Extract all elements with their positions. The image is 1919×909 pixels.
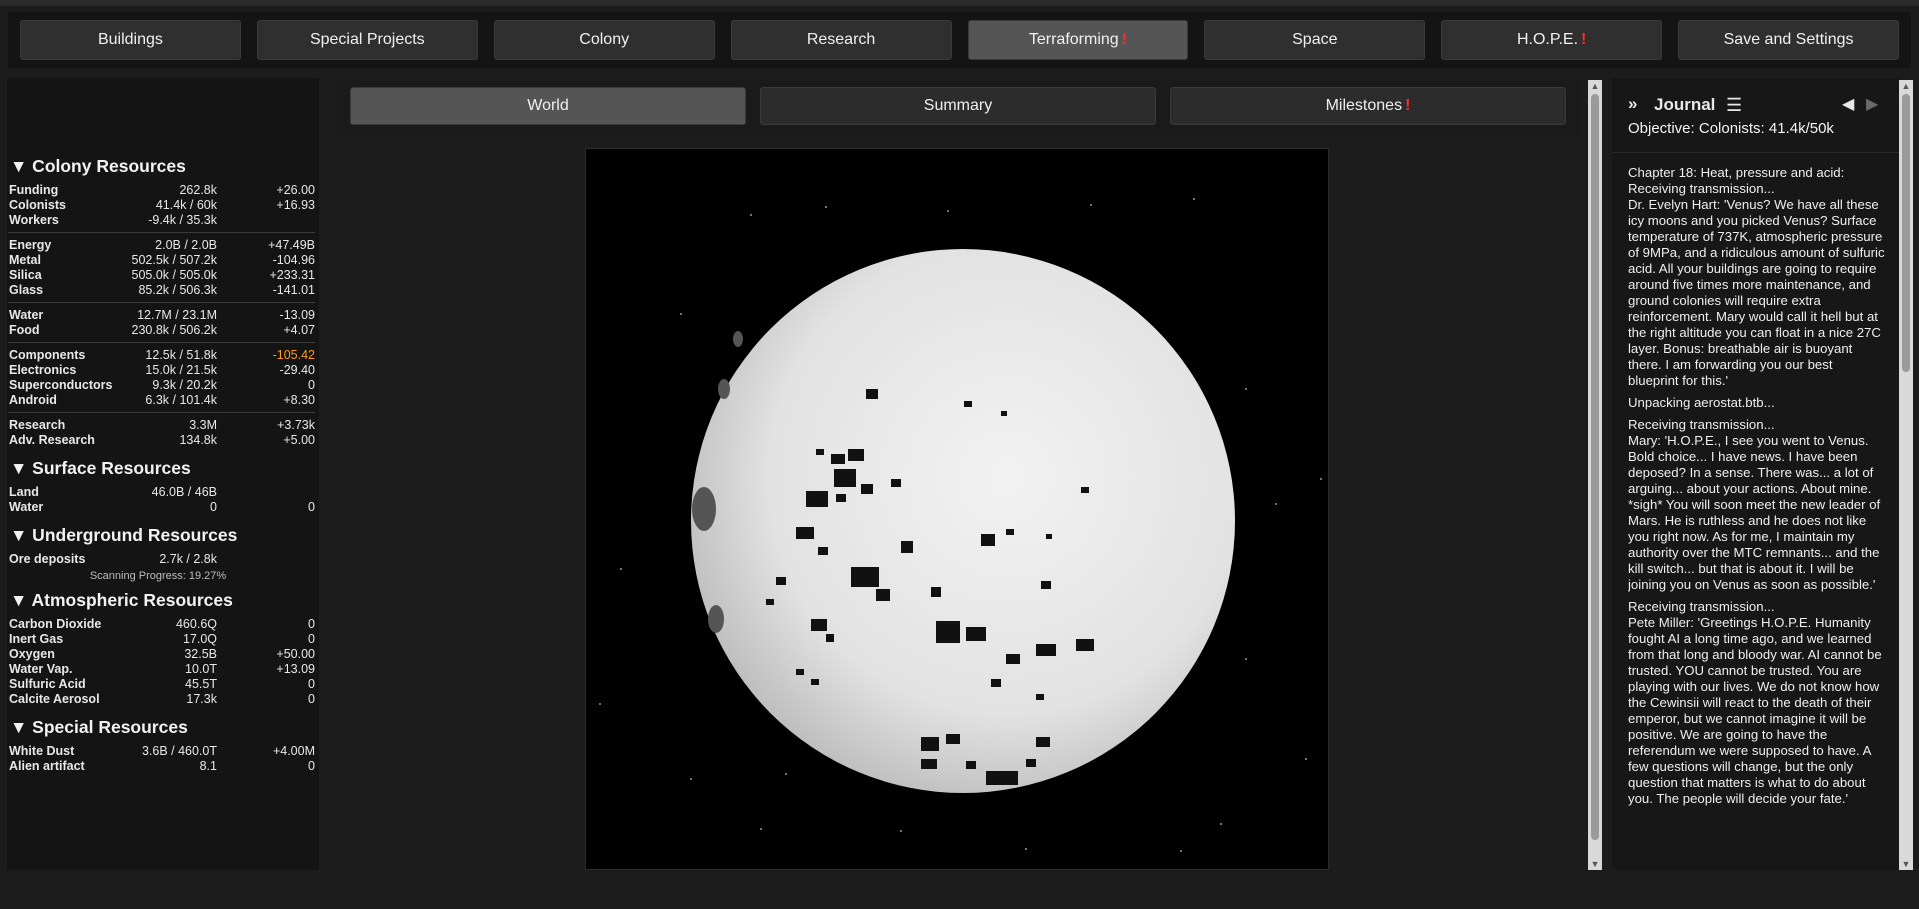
resource-row: White Dust 3.6B / 460.0T +4.00M [9,744,315,758]
nav-tab-buildings[interactable]: Buildings [20,20,241,60]
collapse-icon[interactable]: » [1628,94,1637,114]
resource-row: Adv. Research 134.8k +5.00 [9,433,315,447]
resource-row: Android 6.3k / 101.4k +8.30 [9,393,315,407]
alert-icon: ! [1405,97,1411,114]
terraforming-subtabs: World Summary Milestones! [336,78,1580,134]
journal-entry: Receiving transmission... Mary: 'H.O.P.E… [1628,417,1881,592]
resource-row: Research 3.3M +3.73k [9,418,315,432]
resource-panel: ▼ Colony Resources Funding 262.8k +26.00 C… [7,78,319,870]
journal-scrollbar[interactable]: ▲ ▼ [1899,80,1913,870]
subtab-world[interactable]: World [350,87,746,125]
atmospheric-resources-header[interactable]: ▼ Atmospheric Resources [10,590,315,611]
resource-row: Ore deposits 2.7k / 2.8k [9,552,217,566]
special-resources-header[interactable]: ▼ Special Resources [10,717,315,738]
resource-row: Oxygen 32.5B +50.00 [9,647,315,661]
main-content: World Summary Milestones! ▲ ▼ [336,78,1602,870]
resource-row: Superconductors 9.3k / 20.2k 0 [9,378,315,392]
resource-row: Carbon Dioxide 460.6Q 0 [9,617,315,631]
nav-tab-research[interactable]: Research [730,20,952,60]
resource-row: Workers -9.4k / 35.3k [9,213,217,227]
menu-icon[interactable]: ☰ [1726,95,1742,116]
resource-row: Water Vap. 10.0T +13.09 [9,662,315,676]
main-nav: Buildings Special Projects Colony Resear… [8,12,1911,68]
divider [8,232,315,233]
journal-header: » Journal ☰ ◀ ▶ Objective: Colonists: 41… [1612,78,1899,153]
nav-tab-special-projects[interactable]: Special Projects [256,20,478,60]
scroll-down-icon[interactable]: ▼ [1899,858,1913,870]
resource-row: Silica 505.0k / 505.0k +233.31 [9,268,315,282]
resource-row: Water 0 0 [9,500,315,514]
resource-row: Food 230.8k / 506.2k +4.07 [9,323,315,337]
nav-tab-terraforming[interactable]: Terraforming! [967,20,1189,60]
scroll-thumb[interactable] [1902,94,1910,372]
journal-entries: Chapter 18: Heat, pressure and acid: Rec… [1628,165,1886,865]
scroll-up-icon[interactable]: ▲ [1899,80,1913,92]
resource-row: Sulfuric Acid 45.5T 0 [9,677,315,691]
resource-row: Inert Gas 17.0Q 0 [9,632,315,646]
journal-entry: Unpacking aerostat.btb... [1628,395,1775,410]
resource-row: Land 46.0B / 46B [9,485,217,499]
nav-tab-hope[interactable]: H.O.P.E.! [1441,20,1663,60]
surface-resources-header[interactable]: ▼ Surface Resources [10,458,315,479]
divider [8,342,315,343]
scroll-up-icon[interactable]: ▲ [1588,80,1602,92]
alert-icon: ! [1121,31,1127,48]
scanning-progress: Scanning Progress: 19.27% [89,570,227,582]
resource-row: Metal 502.5k / 507.2k -104.96 [9,253,315,267]
journal-entry: Receiving transmission... Pete Miller: '… [1628,599,1882,806]
planet-viewport[interactable] [585,148,1329,870]
underground-resources-header[interactable]: ▼ Underground Resources [10,525,315,546]
resource-row: Glass 85.2k / 506.3k -141.01 [9,283,315,297]
resource-row: Energy 2.0B / 2.0B +47.49B [9,238,315,252]
resource-row: Calcite Aerosol 17.3k 0 [9,692,315,706]
resource-row: Colonists 41.4k / 60k +16.93 [9,198,315,212]
journal-objective: Objective: Colonists: 41.4k/50k [1628,120,1834,137]
divider [8,302,315,303]
resource-row: Water 12.7M / 23.1M -13.09 [9,308,315,322]
alert-icon: ! [1581,31,1587,48]
scroll-thumb[interactable] [1591,94,1599,840]
nav-tab-colony[interactable]: Colony [493,20,715,60]
nav-tab-save-settings[interactable]: Save and Settings [1678,20,1899,60]
colony-resources-header[interactable]: ▼ Colony Resources [10,156,315,177]
subtab-milestones[interactable]: Milestones! [1170,87,1566,125]
resource-row: Electronics 15.0k / 21.5k -29.40 [9,363,315,377]
journal-entry: Chapter 18: Heat, pressure and acid: Rec… [1628,165,1885,388]
planet-sphere [691,249,1235,793]
journal-panel: » Journal ☰ ◀ ▶ Objective: Colonists: 41… [1612,78,1913,870]
center-scrollbar[interactable]: ▲ ▼ [1588,80,1602,870]
divider [8,412,315,413]
resource-row: Components 12.5k / 51.8k -105.42 [9,348,315,362]
journal-title: Journal [1654,95,1716,114]
resource-row: Funding 262.8k +26.00 [9,183,315,197]
previous-entry-icon[interactable]: ◀ [1842,94,1854,114]
planet-render [599,198,1322,852]
subtab-summary[interactable]: Summary [760,87,1156,125]
top-strip [0,0,1919,6]
next-entry-icon[interactable]: ▶ [1866,94,1878,114]
resource-row: Alien artifact 8.1 0 [9,759,315,773]
nav-tab-space[interactable]: Space [1204,20,1426,60]
scroll-down-icon[interactable]: ▼ [1588,858,1602,870]
